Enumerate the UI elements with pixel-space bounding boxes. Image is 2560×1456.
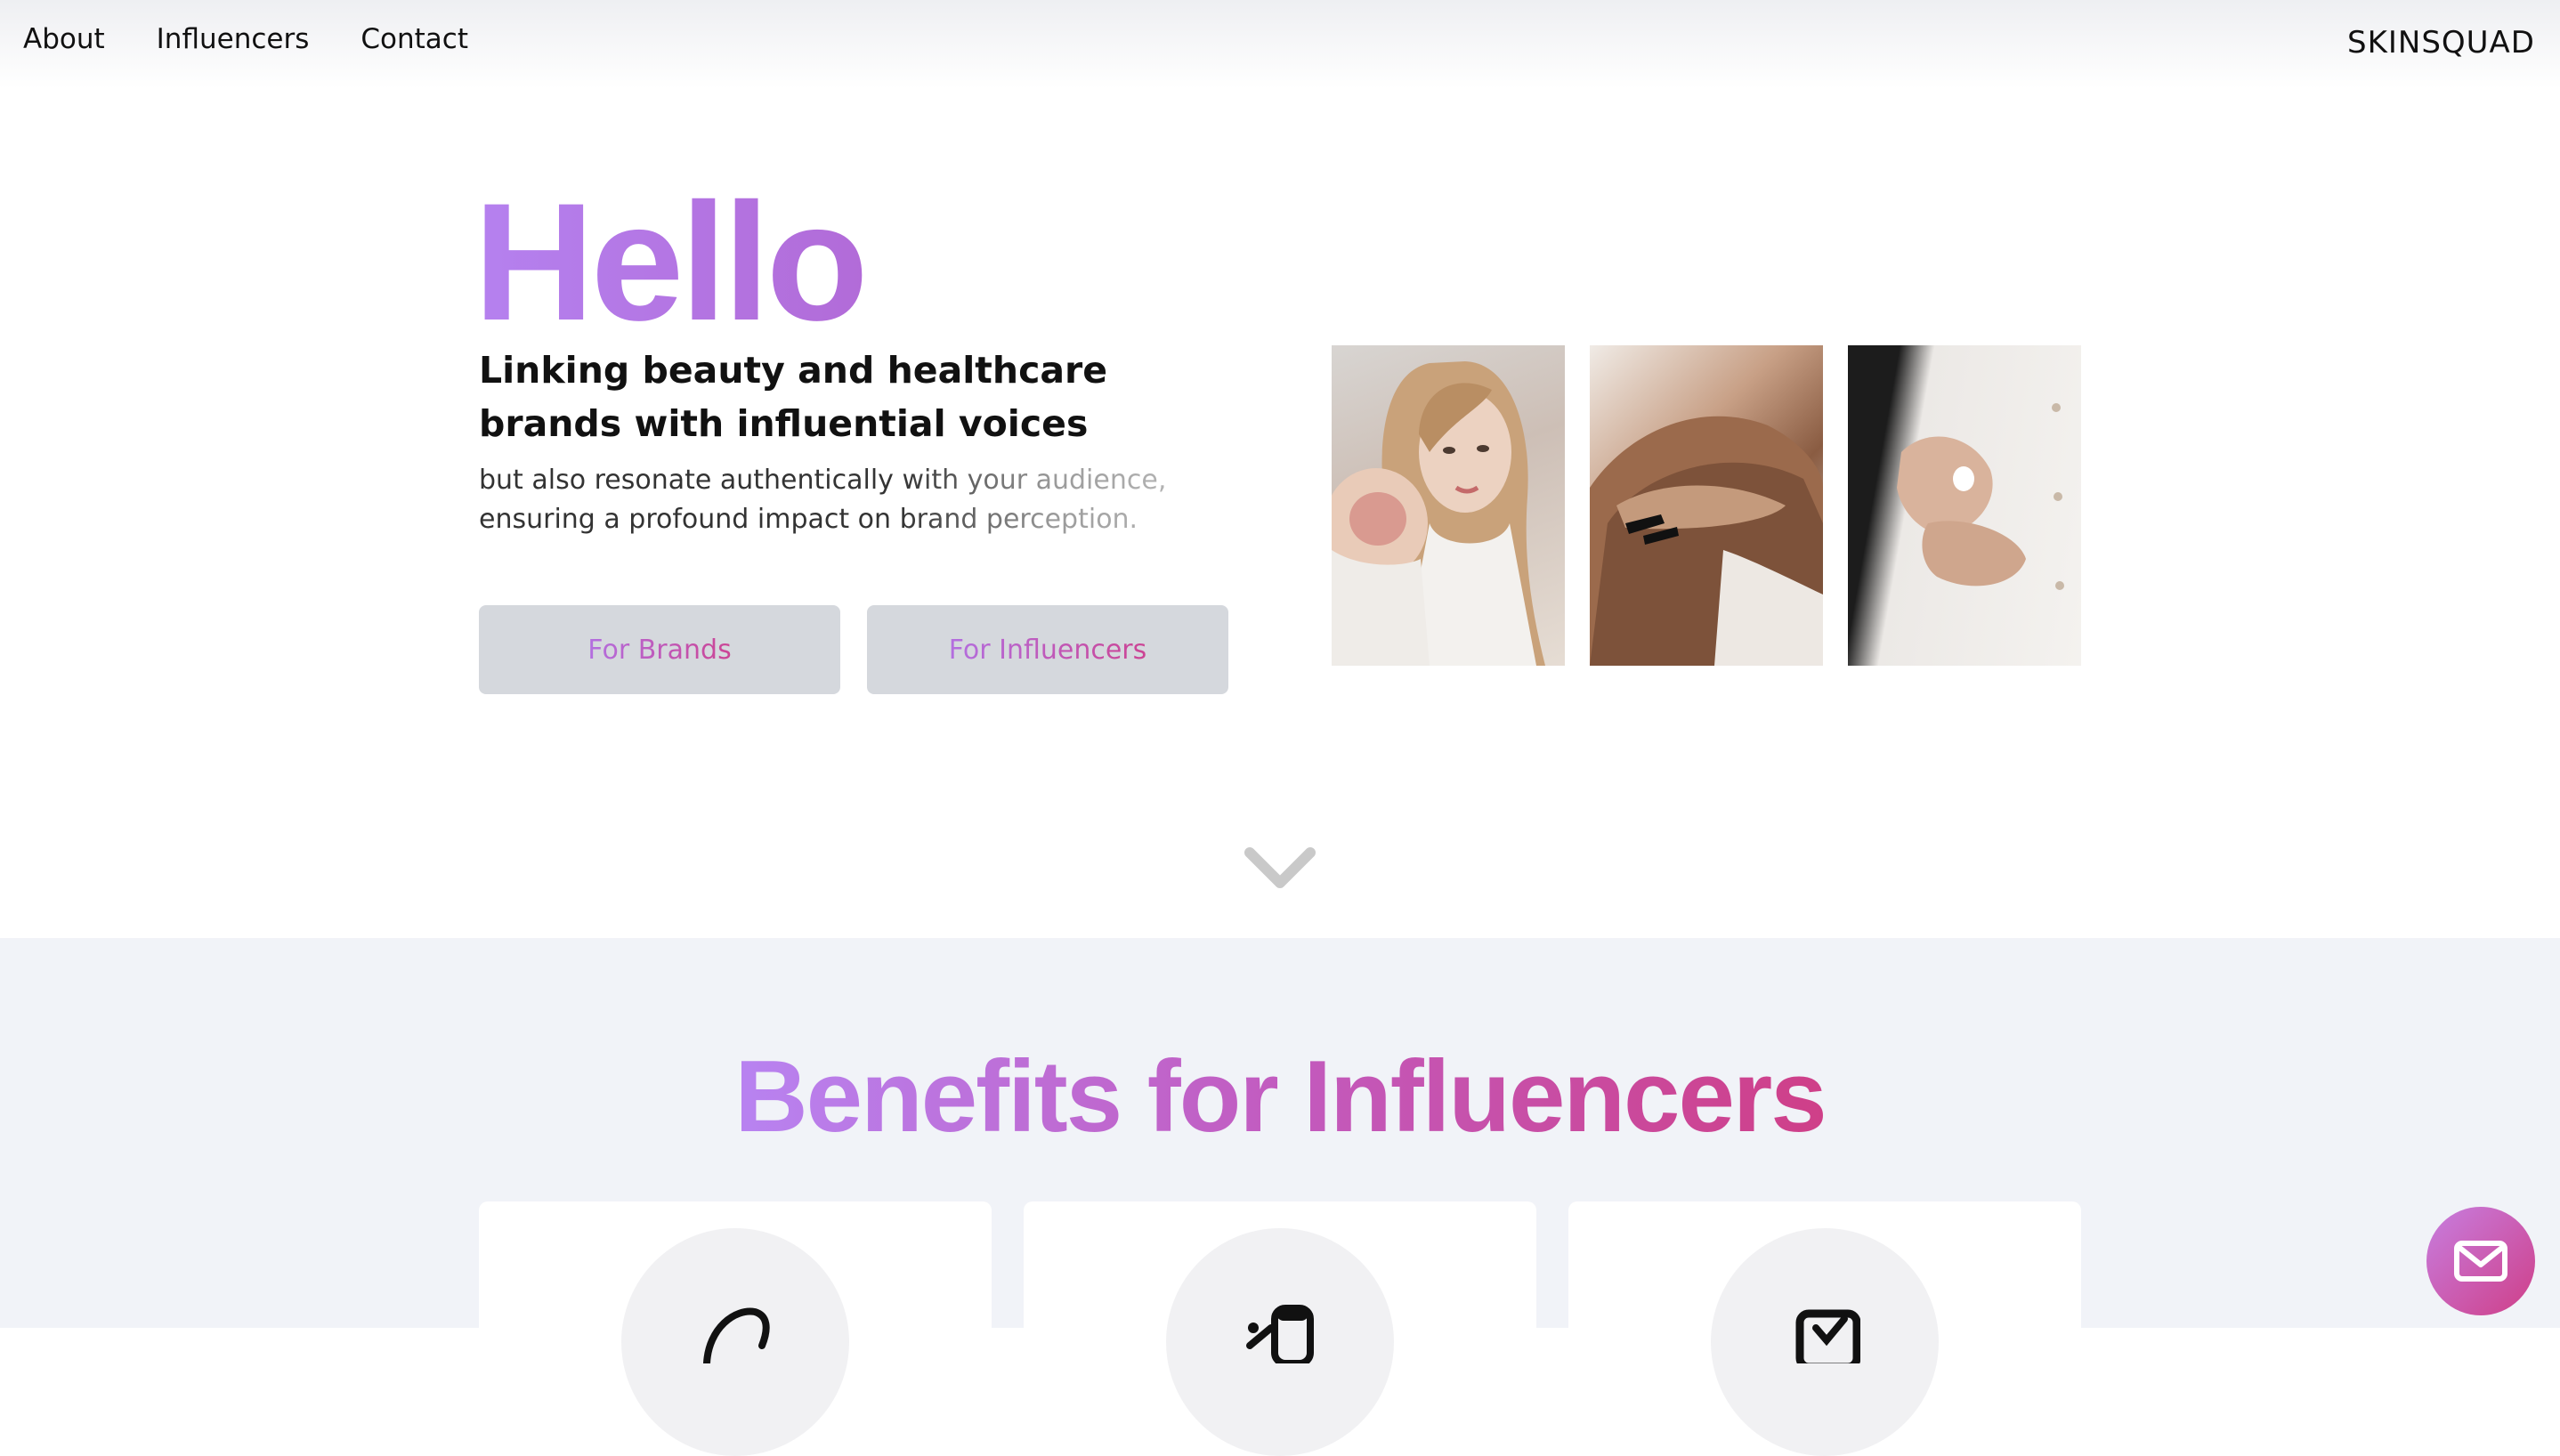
woman-portrait-image [1332, 361, 1545, 666]
lotion-bottle-icon [703, 1307, 770, 1363]
hero-photo-hands [1848, 345, 2081, 666]
shoulder-cream-image [1590, 416, 1823, 666]
benefits-title: Benefits for Influencers [0, 1047, 2560, 1148]
main-nav: About Influencers Contact [23, 23, 468, 55]
benefit-card-icon-circle [1711, 1228, 1939, 1456]
hero-title: Hello [474, 168, 869, 355]
checkbox-icon [1795, 1309, 1860, 1363]
benefits-title-text: Benefits for Influencers [734, 1040, 1827, 1153]
for-brands-label: For Brands [587, 634, 732, 666]
mail-icon [2454, 1241, 2507, 1282]
for-brands-button[interactable]: For Brands [479, 605, 840, 694]
hero-photo-woman [1332, 345, 1565, 666]
nav-link-about[interactable]: About [23, 23, 105, 55]
contact-mail-button[interactable] [2426, 1207, 2535, 1315]
product-tube-icon [1246, 1305, 1314, 1363]
hands-cream-image [1897, 403, 2064, 590]
brand-logo[interactable]: SKINSQUAD [2347, 25, 2535, 61]
benefit-card-1 [479, 1201, 992, 1456]
benefit-card-icon-circle [1166, 1228, 1394, 1456]
top-navigation-bar: About Influencers Contact SKINSQUAD [0, 0, 2560, 89]
hero-subtitle: Linking beauty and healthcare brands wit… [479, 349, 1108, 445]
hero-photo-shoulder [1590, 345, 1823, 666]
benefit-card-3 [1568, 1201, 2081, 1456]
nav-link-influencers[interactable]: Influencers [157, 23, 310, 55]
for-influencers-label: For Influencers [948, 634, 1147, 666]
benefit-card-icon-circle [621, 1228, 849, 1456]
for-influencers-button[interactable]: For Influencers [867, 605, 1228, 694]
scroll-down-chevron-icon[interactable] [1244, 845, 1316, 892]
nav-link-contact[interactable]: Contact [361, 23, 468, 55]
benefit-card-2 [1024, 1201, 1536, 1456]
hero-description: but also resonate authentically with you… [479, 461, 1244, 539]
